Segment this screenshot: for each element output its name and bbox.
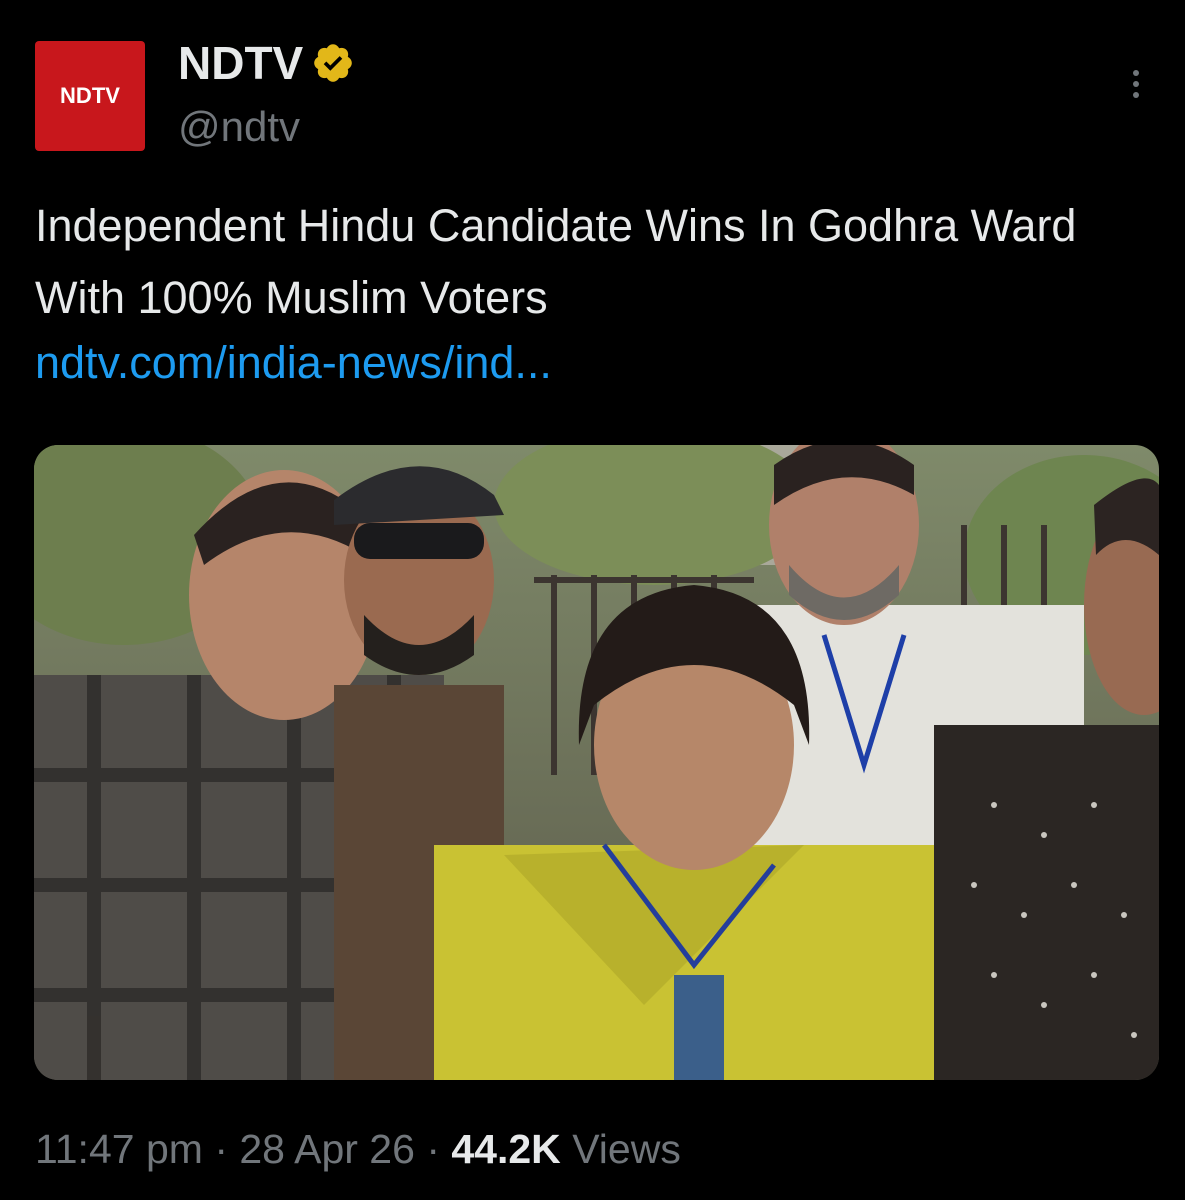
meta-separator-2: · xyxy=(426,1126,440,1172)
more-options-icon[interactable] xyxy=(1124,70,1148,110)
post-time[interactable]: 11:47 pm xyxy=(35,1126,203,1172)
post-meta: 11:47 pm · 28 Apr 26 · 44.2K Views xyxy=(35,1124,681,1174)
verified-gold-icon xyxy=(314,44,353,82)
ndtv-avatar[interactable]: NDTV xyxy=(35,41,145,151)
views-count[interactable]: 44.2K xyxy=(451,1126,560,1172)
article-link[interactable]: ndtv.com/india-news/ind... xyxy=(35,333,552,393)
post-photo[interactable] xyxy=(34,445,1159,1080)
account-name[interactable]: NDTV xyxy=(178,40,303,86)
views-label: Views xyxy=(572,1126,681,1172)
post-headline: Independent Hindu Candidate Wins In Godh… xyxy=(35,200,1077,323)
avatar-logo-text: NDTV xyxy=(60,83,120,108)
account-handle[interactable]: @ndtv xyxy=(178,106,300,148)
post-date[interactable]: 28 Apr 26 xyxy=(239,1126,415,1172)
account-name-row: NDTV xyxy=(178,40,355,86)
meta-separator: · xyxy=(214,1126,228,1172)
